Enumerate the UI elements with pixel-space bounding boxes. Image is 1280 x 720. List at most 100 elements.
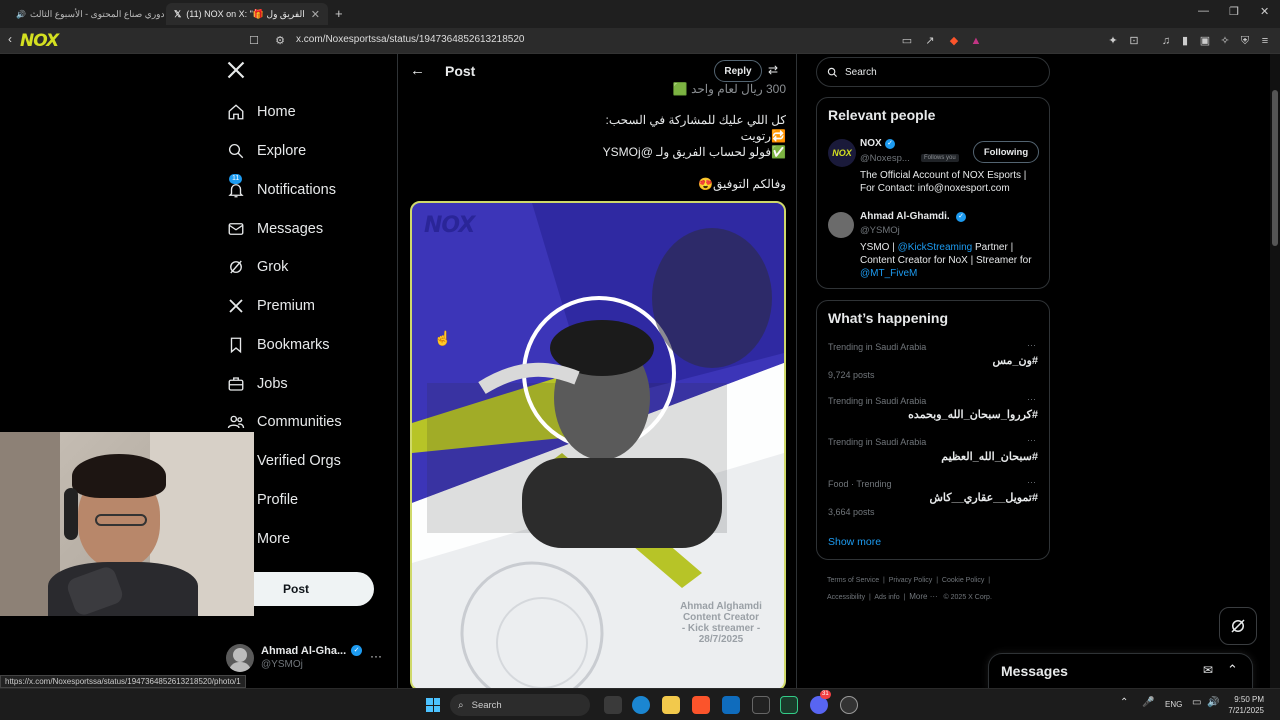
- x-logo-icon[interactable]: [226, 60, 246, 85]
- app-icon[interactable]: [752, 696, 770, 714]
- post-image[interactable]: NOX Ahmad Alghamdi Content Creator - Kic…: [410, 201, 786, 688]
- nav-messages[interactable]: Messages: [226, 214, 323, 244]
- bell-icon: 11: [226, 174, 246, 200]
- trend-more-icon[interactable]: ···: [1027, 394, 1036, 404]
- app-icon[interactable]: [840, 696, 858, 714]
- screenshot-icon[interactable]: ⊡: [1125, 32, 1143, 50]
- volume-icon[interactable]: 🔊: [1207, 697, 1219, 708]
- search-input[interactable]: Search: [816, 57, 1050, 87]
- language-indicator[interactable]: ENG: [1165, 700, 1182, 709]
- menu-icon[interactable]: ≡: [1256, 32, 1274, 50]
- nav-label: Premium: [257, 298, 316, 314]
- cast-icon[interactable]: ▭: [898, 32, 916, 50]
- tab-active[interactable]: 𝕏 (11) NOX on X: "🎁 ب الفريق ول ✕: [166, 3, 328, 25]
- file-explorer-icon[interactable]: [662, 696, 680, 714]
- taskbar-search[interactable]: ⌕ Search: [450, 694, 590, 716]
- bio-mention-link[interactable]: @MT_FiveM: [860, 268, 917, 279]
- new-tab-button[interactable]: +: [335, 6, 343, 21]
- footer-link[interactable]: More ···: [909, 592, 937, 601]
- trend-tag[interactable]: #كرروا_سبحان_الله_وبحمده: [908, 408, 1038, 421]
- messages-drawer[interactable]: Messages ✉ ⌃: [988, 653, 1253, 689]
- wallet-icon[interactable]: ▣: [1196, 32, 1214, 50]
- person-bio: YSMO | @KickStreaming Partner | Content …: [860, 241, 1042, 280]
- clock[interactable]: 9:50 PM 7/21/2025: [1228, 694, 1264, 716]
- person-name[interactable]: NOX: [860, 138, 882, 149]
- nav-home[interactable]: Home: [226, 97, 296, 127]
- footer-link[interactable]: Terms of Service: [827, 577, 879, 584]
- trend-more-icon[interactable]: ···: [1027, 340, 1036, 350]
- tray-chevron-icon[interactable]: ⌃: [1120, 697, 1128, 708]
- card-title: What’s happening: [828, 310, 949, 326]
- back-icon[interactable]: ‹: [8, 32, 12, 46]
- footer-link[interactable]: Privacy Policy: [889, 577, 933, 584]
- bio-mention-link[interactable]: @KickStreaming: [898, 242, 973, 253]
- nav-notifications[interactable]: 11 Notifications: [226, 174, 336, 205]
- trend-more-icon[interactable]: ···: [1027, 435, 1036, 445]
- close-window-icon[interactable]: ✕: [1260, 5, 1269, 18]
- drawer-title: Messages: [1001, 663, 1068, 679]
- microphone-icon[interactable]: 🎤: [1142, 697, 1154, 708]
- windows-start-icon[interactable]: [426, 698, 440, 712]
- trend-tag[interactable]: #تمويل__عقاري__كاش: [929, 491, 1038, 504]
- maximize-icon[interactable]: ❐: [1229, 5, 1239, 18]
- nav-label: Messages: [257, 221, 324, 237]
- search-placeholder: Search: [845, 66, 877, 78]
- nox-overlay-logo: ‹ NOX: [8, 31, 59, 51]
- avatar[interactable]: [828, 212, 854, 238]
- show-more-link[interactable]: Show more: [828, 536, 881, 548]
- bookmark-page-icon[interactable]: ☐: [245, 32, 263, 50]
- caption-line: - Kick streamer -: [681, 623, 761, 634]
- reply-button[interactable]: Reply: [714, 60, 762, 82]
- trend-more-icon[interactable]: ···: [1027, 477, 1036, 487]
- brave-icon[interactable]: [692, 696, 710, 714]
- footer-link[interactable]: Ads info: [874, 594, 899, 601]
- brave-shield-icon[interactable]: ◆: [945, 32, 963, 50]
- tab-inactive[interactable]: 🔊 دوري صناع المحتوى - الأسبوع الثالث: [4, 3, 164, 25]
- minimize-icon[interactable]: —: [1198, 5, 1209, 17]
- avatar[interactable]: NOX: [828, 139, 856, 167]
- nav-grok[interactable]: Grok: [226, 252, 288, 282]
- sidebar-icon[interactable]: ▮: [1176, 32, 1194, 50]
- person-bio: The Official Account of NOX Esports | Fo…: [860, 170, 1027, 194]
- grok-icon: [1231, 619, 1245, 633]
- nav-label: Jobs: [257, 376, 288, 392]
- avatar[interactable]: [226, 644, 254, 672]
- following-button[interactable]: Following: [973, 141, 1039, 163]
- person-name[interactable]: Ahmad Al-Ghamdi.: [860, 211, 950, 222]
- page-scrollbar[interactable]: [1270, 54, 1280, 688]
- close-tab-icon[interactable]: ✕: [311, 8, 320, 21]
- network-icon[interactable]: ▭: [1192, 697, 1201, 708]
- discord-icon[interactable]: 31: [810, 690, 831, 714]
- url-text[interactable]: x.com/Noxesportssa/status/19473648526132…: [296, 34, 525, 45]
- nav-jobs[interactable]: Jobs: [226, 369, 288, 399]
- footer-link[interactable]: Cookie Policy: [942, 577, 984, 584]
- account-more-icon[interactable]: ···: [370, 649, 382, 663]
- task-view-icon[interactable]: [604, 696, 622, 714]
- vpn-icon[interactable]: ⛨: [1236, 32, 1254, 50]
- outlook-icon[interactable]: [722, 696, 740, 714]
- site-info-icon[interactable]: ⚙: [271, 32, 289, 50]
- leo-ai-icon[interactable]: ✧: [1216, 32, 1234, 50]
- expand-icon[interactable]: ⌃: [1227, 662, 1238, 678]
- nav-explore[interactable]: Explore: [226, 136, 306, 166]
- back-arrow-icon[interactable]: ←: [410, 62, 425, 79]
- scrollbar-thumb[interactable]: [1272, 90, 1278, 246]
- nav-premium[interactable]: Premium: [226, 291, 315, 321]
- share-icon[interactable]: ↗: [921, 32, 939, 50]
- bio-text: YSMO |: [860, 242, 898, 253]
- footer-link[interactable]: Accessibility: [827, 594, 865, 601]
- nav-bookmarks[interactable]: Bookmarks: [226, 330, 330, 360]
- nav-label: Grok: [257, 259, 289, 275]
- app-icon[interactable]: [780, 696, 798, 714]
- music-icon[interactable]: ♫: [1157, 32, 1175, 50]
- trend-tag[interactable]: #سبحان_الله_العظيم: [941, 450, 1038, 463]
- new-message-icon[interactable]: ✉: [1203, 663, 1213, 677]
- trend-tag[interactable]: #ون_مس: [992, 354, 1038, 367]
- extensions-icon[interactable]: ✦: [1104, 32, 1122, 50]
- settings-sliders-icon[interactable]: ⇄: [768, 63, 778, 77]
- brave-rewards-icon[interactable]: ▲: [967, 32, 985, 50]
- grok-float-button[interactable]: [1219, 607, 1257, 645]
- trend-context: Trending in Saudi Arabia: [828, 437, 927, 447]
- edge-icon[interactable]: [632, 696, 650, 714]
- people-icon: [226, 412, 246, 432]
